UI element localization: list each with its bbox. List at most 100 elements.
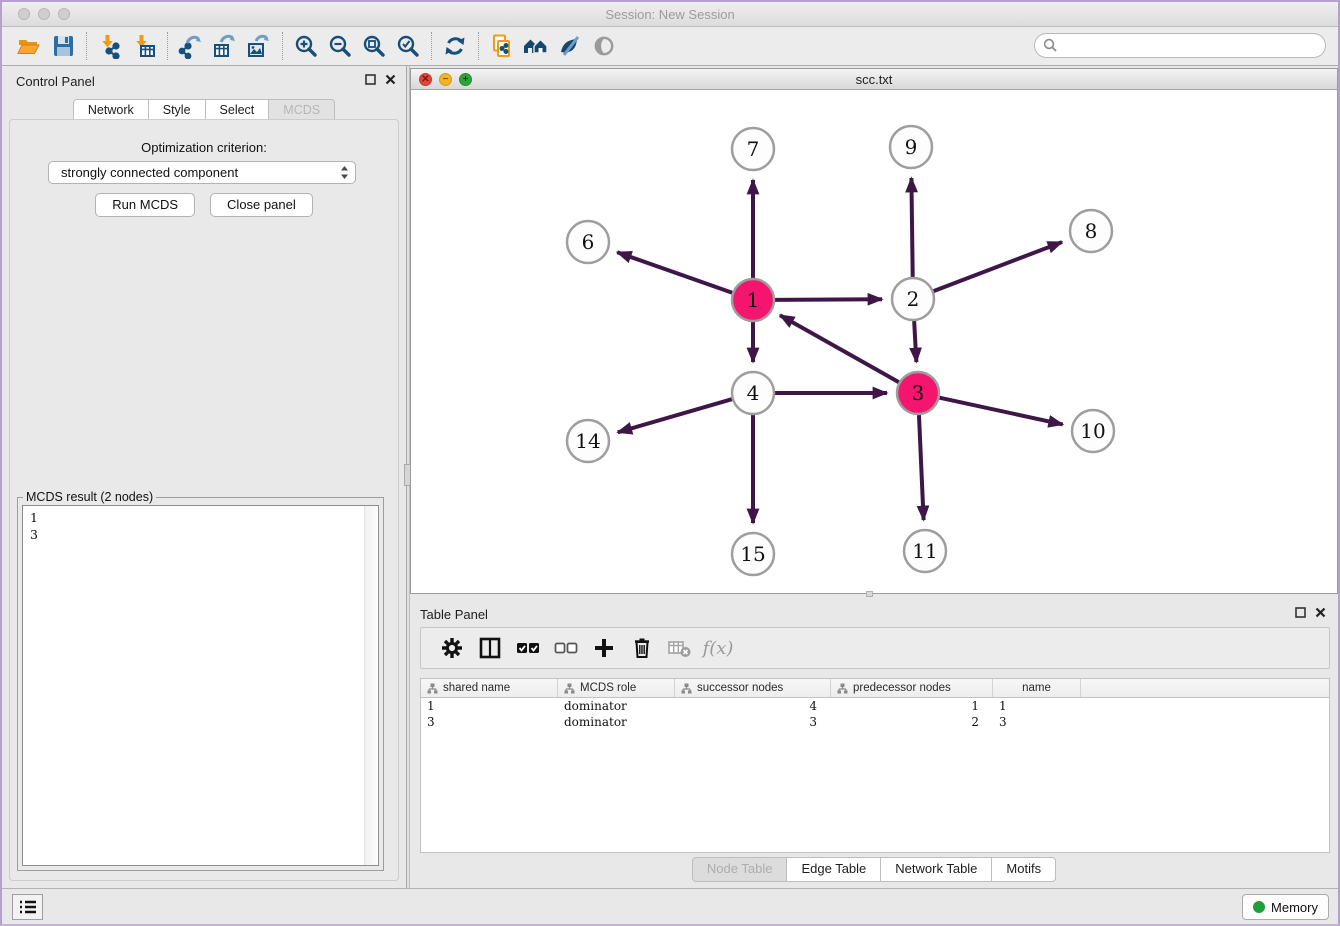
graph-node-3[interactable]: 3 <box>897 372 939 414</box>
gear-icon[interactable] <box>433 631 471 665</box>
window-title: Session: New Session <box>2 7 1338 22</box>
graph-node-9[interactable]: 9 <box>890 126 932 168</box>
function-builder-button[interactable]: f(x) <box>699 631 737 665</box>
column-header-successor-nodes[interactable]: successor nodes <box>675 679 831 697</box>
search-icon <box>1043 38 1058 53</box>
app-window: Session: New Session <box>0 0 1340 926</box>
table-header-row: shared nameMCDS rolesuccessor nodesprede… <box>421 679 1329 698</box>
table-cell[interactable]: dominator <box>558 698 675 714</box>
zoom-selected-icon[interactable] <box>391 31 425 61</box>
close-panel-icon[interactable] <box>1315 607 1326 618</box>
edge-2-3[interactable] <box>914 321 916 362</box>
export-image-icon[interactable] <box>242 31 276 61</box>
node-table[interactable]: shared nameMCDS rolesuccessor nodesprede… <box>420 678 1330 853</box>
graph-svg[interactable]: 7 9 6 8 1 2 4 3 14 10 15 11 <box>411 90 1337 595</box>
save-session-icon[interactable] <box>46 31 80 61</box>
graph-node-14[interactable]: 14 <box>567 420 609 462</box>
table-cell[interactable]: 3 <box>993 714 1081 730</box>
open-file-icon[interactable] <box>12 31 46 61</box>
node-label: 8 <box>1085 219 1098 243</box>
column-header-predecessor-nodes[interactable]: predecessor nodes <box>831 679 993 697</box>
table-cell[interactable]: 1 <box>993 698 1081 714</box>
mcds-result-list[interactable]: 1 3 <box>23 506 363 865</box>
table-body: 1dominator4113dominator323 <box>421 698 1329 730</box>
node-label: 10 <box>1080 419 1105 443</box>
edge-2-9[interactable] <box>911 178 912 277</box>
mcds-result-box: MCDS result (2 nodes) 1 3 <box>17 497 384 871</box>
column-header-shared-name[interactable]: shared name <box>421 679 558 697</box>
select-all-icon[interactable] <box>509 631 547 665</box>
edge-1-6[interactable] <box>617 252 732 292</box>
run-mcds-button[interactable]: Run MCDS <box>95 193 195 217</box>
column-type-icon <box>564 683 575 694</box>
hide-graphics-icon[interactable] <box>553 31 587 61</box>
float-panel-icon[interactable] <box>1295 607 1306 618</box>
result-scrollbar[interactable] <box>364 506 378 865</box>
zoom-out-icon[interactable] <box>323 31 357 61</box>
table-cell[interactable]: 1 <box>831 698 993 714</box>
edge-4-14[interactable] <box>618 399 732 432</box>
table-cell[interactable]: 1 <box>421 698 558 714</box>
table-toolbar: f(x) <box>420 627 1330 669</box>
node-label: 7 <box>747 137 760 161</box>
refresh-icon[interactable] <box>438 31 472 61</box>
import-network-icon[interactable] <box>93 31 127 61</box>
tab-motifs[interactable]: Motifs <box>992 857 1056 882</box>
column-type-icon <box>681 683 692 694</box>
export-network-icon[interactable] <box>174 31 208 61</box>
table-tabs: Node TableEdge TableNetwork TableMotifs <box>410 857 1338 882</box>
graph-node-6[interactable]: 6 <box>567 221 609 263</box>
tab-node-table[interactable]: Node Table <box>692 857 788 882</box>
delete-column-icon[interactable] <box>623 631 661 665</box>
edge-2-8[interactable] <box>934 242 1062 291</box>
tab-network-table[interactable]: Network Table <box>881 857 992 882</box>
edge-1-2[interactable] <box>775 299 882 300</box>
network-resize-grip[interactable] <box>866 591 873 597</box>
table-cell[interactable]: dominator <box>558 714 675 730</box>
graph-node-2[interactable]: 2 <box>892 278 934 320</box>
import-table-icon[interactable] <box>127 31 161 61</box>
table-row[interactable]: 1dominator411 <box>421 698 1329 714</box>
deselect-all-icon[interactable] <box>547 631 585 665</box>
zoom-fit-icon[interactable] <box>357 31 391 61</box>
graph-node-7[interactable]: 7 <box>732 128 774 170</box>
graph-node-10[interactable]: 10 <box>1072 410 1114 452</box>
memory-button[interactable]: Memory <box>1242 894 1329 920</box>
graph-node-8[interactable]: 8 <box>1070 210 1112 252</box>
column-header-MCDS-role[interactable]: MCDS role <box>558 679 675 697</box>
table-cell[interactable]: 3 <box>421 714 558 730</box>
level-of-detail-icon[interactable] <box>587 31 621 61</box>
column-header-name[interactable]: name <box>993 679 1081 697</box>
delete-table-icon[interactable] <box>661 631 699 665</box>
table-cell[interactable]: 2 <box>831 714 993 730</box>
columns-icon[interactable] <box>471 631 509 665</box>
export-table-icon[interactable] <box>208 31 242 61</box>
graph-node-11[interactable]: 11 <box>904 530 946 572</box>
float-panel-icon[interactable] <box>365 74 376 85</box>
node-label: 9 <box>905 135 918 159</box>
clone-network-icon[interactable] <box>485 31 519 61</box>
add-column-icon[interactable] <box>585 631 623 665</box>
edge-3-10[interactable] <box>939 398 1062 425</box>
node-label: 15 <box>740 542 765 566</box>
edge-3-11[interactable] <box>919 415 924 520</box>
first-neighbors-icon[interactable] <box>519 31 553 61</box>
table-row[interactable]: 3dominator323 <box>421 714 1329 730</box>
graph-node-15[interactable]: 15 <box>732 533 774 575</box>
task-history-button[interactable] <box>12 894 43 920</box>
zoom-in-icon[interactable] <box>289 31 323 61</box>
fx-label: f(x) <box>703 638 734 659</box>
table-cell[interactable]: 3 <box>675 714 831 730</box>
close-panel-icon[interactable] <box>385 74 396 85</box>
graph-node-4[interactable]: 4 <box>732 372 774 414</box>
search-input[interactable] <box>1063 39 1317 53</box>
network-window-titlebar[interactable]: ✕ − + scc.txt <box>411 69 1337 90</box>
search-box[interactable] <box>1034 33 1326 58</box>
table-cell[interactable]: 4 <box>675 698 831 714</box>
close-panel-button[interactable]: Close panel <box>210 193 313 217</box>
tab-edge-table[interactable]: Edge Table <box>787 857 881 882</box>
criterion-select[interactable]: strongly connected component <box>48 161 356 184</box>
network-canvas[interactable]: 7 9 6 8 1 2 4 3 14 10 15 11 <box>411 90 1337 593</box>
edge-3-1[interactable] <box>780 315 899 382</box>
graph-node-1[interactable]: 1 <box>732 279 774 321</box>
